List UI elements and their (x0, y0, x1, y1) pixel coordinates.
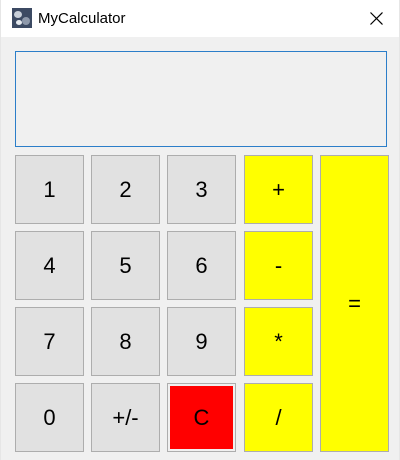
key-0[interactable]: 0 (15, 383, 84, 452)
key-7[interactable]: 7 (15, 307, 84, 376)
divide-button[interactable]: / (244, 383, 313, 452)
multiply-button[interactable]: * (244, 307, 313, 376)
close-icon (370, 12, 383, 25)
subtract-button[interactable]: - (244, 231, 313, 300)
equals-button[interactable]: = (320, 155, 389, 452)
window-title: MyCalculator (38, 10, 126, 27)
clear-button[interactable]: C (167, 383, 236, 452)
negate-button[interactable]: +/- (91, 383, 160, 452)
title-bar: MyCalculator (1, 0, 399, 37)
result-display[interactable] (15, 51, 387, 147)
key-2[interactable]: 2 (91, 155, 160, 224)
key-9[interactable]: 9 (167, 307, 236, 376)
close-button[interactable] (353, 0, 399, 37)
key-5[interactable]: 5 (91, 231, 160, 300)
key-8[interactable]: 8 (91, 307, 160, 376)
calculator-window: MyCalculator 1 2 3 + 4 5 6 - 7 8 9 * 0 +… (0, 0, 400, 460)
key-4[interactable]: 4 (15, 231, 84, 300)
calculator-app-icon (12, 8, 32, 28)
key-6[interactable]: 6 (167, 231, 236, 300)
add-button[interactable]: + (244, 155, 313, 224)
key-3[interactable]: 3 (167, 155, 236, 224)
key-1[interactable]: 1 (15, 155, 84, 224)
